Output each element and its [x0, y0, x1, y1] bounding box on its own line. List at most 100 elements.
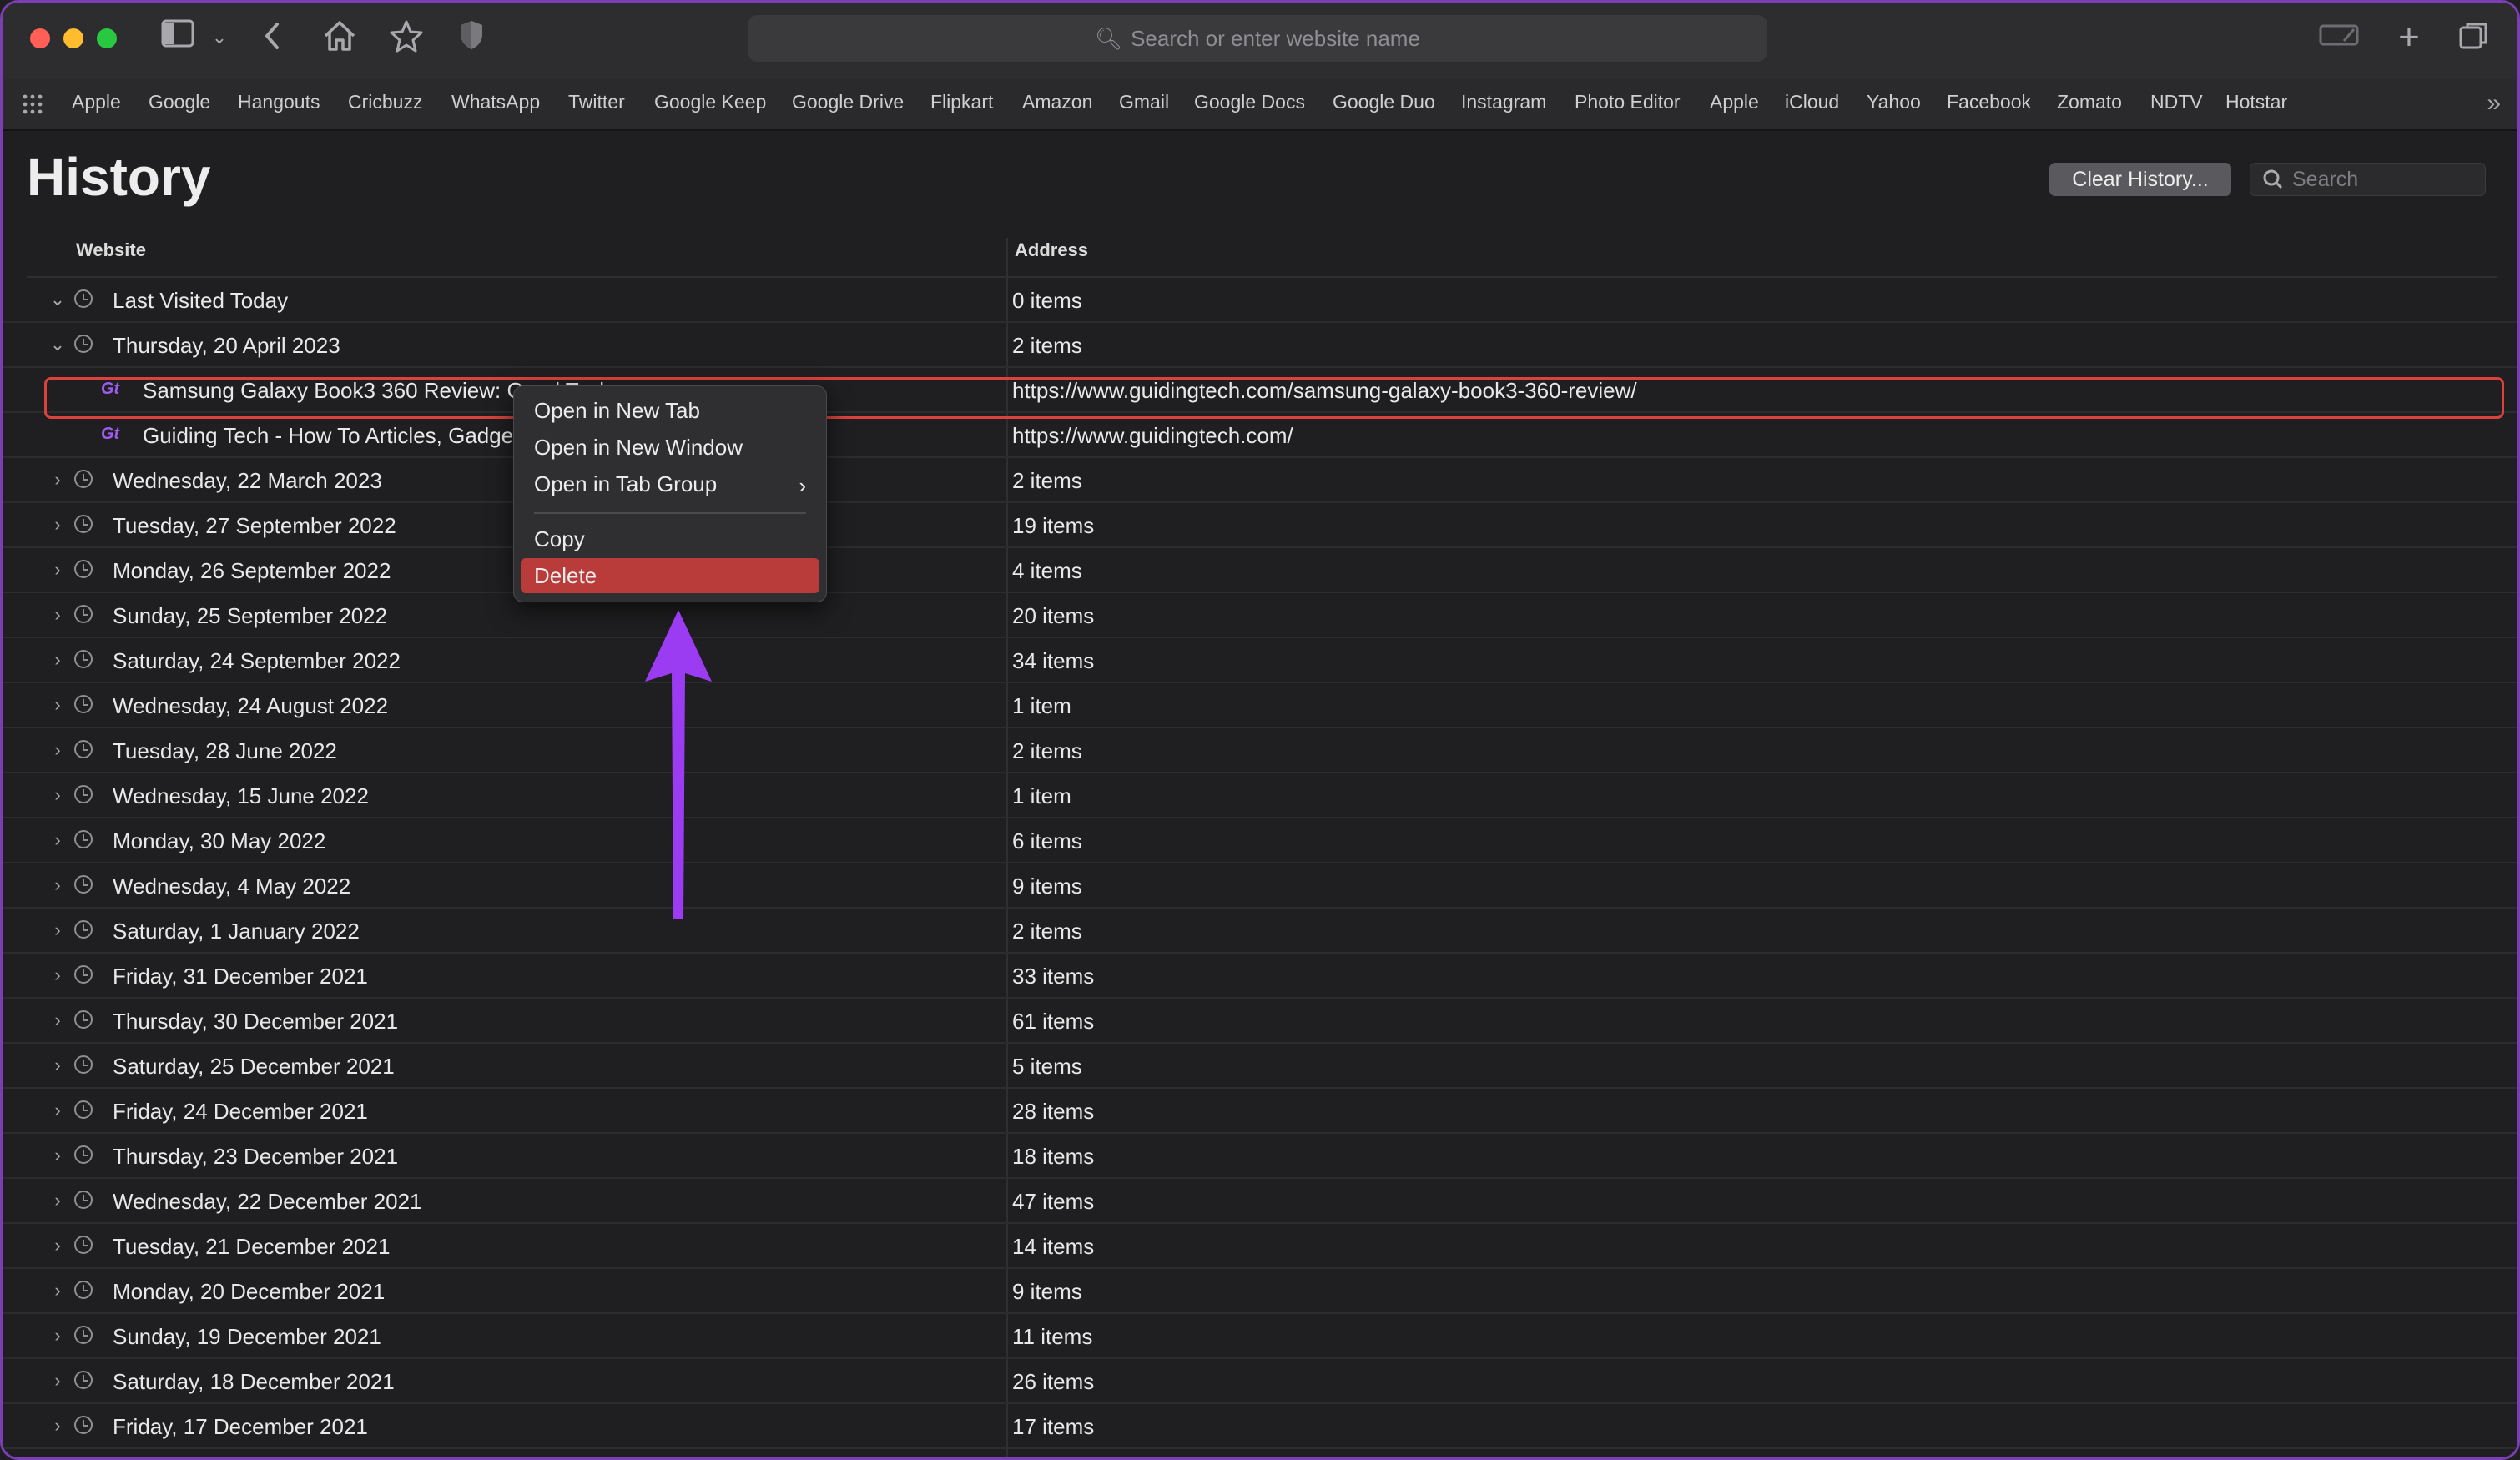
- history-day-row[interactable]: › Wednesday, 22 December 2021 47 items: [3, 1179, 2517, 1224]
- chevron-right-icon[interactable]: ›: [48, 1145, 67, 1166]
- apps-grid-icon[interactable]: [23, 94, 43, 114]
- zoom-window-button[interactable]: [97, 28, 117, 48]
- history-day-row[interactable]: › Saturday, 25 December 2021 5 items: [3, 1044, 2517, 1089]
- chevron-right-icon[interactable]: ›: [48, 1370, 67, 1392]
- chevron-down-icon[interactable]: ⌄: [209, 19, 229, 56]
- row-label: Wednesday, 22 December 2021: [113, 1189, 422, 1214]
- history-entry-row[interactable]: Gt Guiding Tech - How To Articles, Gadge…: [3, 413, 2517, 458]
- chevron-right-icon[interactable]: ›: [48, 919, 67, 941]
- history-day-row[interactable]: ⌄ Thursday, 20 April 2023 2 items: [3, 323, 2517, 368]
- favorite-link[interactable]: Twitter: [568, 91, 625, 113]
- history-day-row[interactable]: › Tuesday, 27 September 2022 19 items: [3, 503, 2517, 548]
- close-window-button[interactable]: [30, 28, 50, 48]
- sidebar-toggle-icon[interactable]: [159, 19, 196, 56]
- star-icon[interactable]: [388, 19, 425, 56]
- favorite-link[interactable]: WhatsApp: [451, 91, 540, 113]
- chevron-right-icon[interactable]: ›: [48, 514, 67, 536]
- history-day-row[interactable]: › Saturday, 24 September 2022 34 items: [3, 638, 2517, 683]
- favorite-link[interactable]: Apple: [72, 91, 121, 113]
- favorite-link[interactable]: NDTV: [2150, 91, 2203, 113]
- chevron-right-icon[interactable]: ›: [48, 604, 67, 626]
- more-favorites-icon[interactable]: »: [2487, 89, 2501, 118]
- favorite-link[interactable]: Google Docs: [1194, 91, 1305, 113]
- chevron-right-icon[interactable]: ›: [48, 1325, 67, 1347]
- history-day-row[interactable]: › Sunday, 25 September 2022 20 items: [3, 593, 2517, 638]
- menu-item-open-in-new-window[interactable]: Open in New Window: [534, 435, 743, 461]
- history-day-row[interactable]: ⌄ Last Visited Today 0 items: [3, 278, 2517, 323]
- favorite-link[interactable]: Google: [149, 91, 210, 113]
- history-day-row[interactable]: › Sunday, 19 December 2021 11 items: [3, 1314, 2517, 1359]
- chevron-down-icon[interactable]: ⌄: [48, 289, 67, 310]
- chevron-right-icon[interactable]: ›: [48, 469, 67, 491]
- favorite-link[interactable]: Hangouts: [238, 91, 320, 113]
- history-day-row[interactable]: › Monday, 30 May 2022 6 items: [3, 818, 2517, 863]
- chevron-right-icon[interactable]: ›: [48, 874, 67, 896]
- history-day-row[interactable]: › Wednesday, 24 August 2022 1 item: [3, 683, 2517, 728]
- history-day-row[interactable]: › Monday, 26 September 2022 4 items: [3, 548, 2517, 593]
- home-icon[interactable]: [321, 19, 358, 56]
- history-day-row[interactable]: › Friday, 31 December 2021 33 items: [3, 954, 2517, 999]
- history-search-input[interactable]: Search: [2250, 163, 2486, 196]
- guidingtech-favicon-icon: Gt: [101, 425, 120, 443]
- favorite-link[interactable]: Google Keep: [654, 91, 766, 113]
- favorite-link[interactable]: Hotstar: [2225, 91, 2287, 113]
- clock-icon: [74, 289, 93, 308]
- favorite-link[interactable]: Zomato: [2057, 91, 2122, 113]
- chevron-right-icon[interactable]: ›: [48, 1100, 67, 1121]
- chevron-right-icon[interactable]: ›: [48, 649, 67, 671]
- favorite-link[interactable]: Gmail: [1119, 91, 1169, 113]
- history-day-row[interactable]: › Thursday, 23 December 2021 18 items: [3, 1134, 2517, 1179]
- favorite-link[interactable]: Apple: [1710, 91, 1759, 113]
- chevron-right-icon[interactable]: ›: [48, 1235, 67, 1256]
- favorite-link[interactable]: Photo Editor: [1575, 91, 1681, 113]
- favorite-link[interactable]: Cricbuzz: [348, 91, 422, 113]
- chevron-right-icon[interactable]: ›: [48, 694, 67, 716]
- chevron-right-icon[interactable]: ›: [48, 1415, 67, 1437]
- clear-history-button[interactable]: Clear History...: [2049, 163, 2231, 196]
- history-day-row[interactable]: › Friday, 17 December 2021 17 items: [3, 1404, 2517, 1449]
- history-day-row[interactable]: › Friday, 24 December 2021 28 items: [3, 1089, 2517, 1134]
- minimize-window-button[interactable]: [63, 28, 83, 48]
- menu-item-delete[interactable]: Delete: [534, 563, 597, 589]
- favorite-link[interactable]: iCloud: [1785, 91, 1839, 113]
- history-day-row[interactable]: › Tuesday, 28 June 2022 2 items: [3, 728, 2517, 773]
- favorite-link[interactable]: Amazon: [1022, 91, 1092, 113]
- chevron-right-icon[interactable]: ›: [48, 559, 67, 581]
- favorite-link[interactable]: Google Drive: [792, 91, 904, 113]
- address-column-header[interactable]: Address: [1015, 239, 1088, 261]
- chevron-right-icon[interactable]: ›: [48, 1055, 67, 1076]
- history-day-row[interactable]: › Tuesday, 21 December 2021 14 items: [3, 1224, 2517, 1269]
- address-bar[interactable]: 🔍︎ Search or enter website name: [748, 15, 1767, 62]
- history-day-row[interactable]: › Saturday, 18 December 2021 26 items: [3, 1359, 2517, 1404]
- shield-icon[interactable]: [456, 19, 486, 56]
- new-tab-icon[interactable]: +: [2394, 19, 2424, 56]
- menu-item-open-in-tab-group[interactable]: Open in Tab Group: [534, 471, 717, 497]
- history-day-row[interactable]: › Wednesday, 15 June 2022 1 item: [3, 773, 2517, 818]
- history-day-row[interactable]: › Thursday, 30 December 2021 61 items: [3, 999, 2517, 1044]
- chevron-right-icon[interactable]: ›: [48, 784, 67, 806]
- favorite-link[interactable]: Google Duo: [1333, 91, 1435, 113]
- chevron-right-icon[interactable]: ›: [48, 1280, 67, 1301]
- chevron-right-icon[interactable]: ›: [48, 829, 67, 851]
- menu-item-open-in-new-tab[interactable]: Open in New Tab: [534, 398, 700, 424]
- chevron-right-icon[interactable]: ›: [48, 1190, 67, 1211]
- chevron-right-icon[interactable]: ›: [48, 1009, 67, 1031]
- favorite-link[interactable]: Instagram: [1461, 91, 1546, 113]
- history-day-row[interactable]: › Monday, 20 December 2021 9 items: [3, 1269, 2517, 1314]
- favorite-link[interactable]: Yahoo: [1867, 91, 1921, 113]
- menu-item-copy[interactable]: Copy: [534, 526, 585, 552]
- history-day-row[interactable]: › Wednesday, 4 May 2022 9 items: [3, 863, 2517, 909]
- website-column-header[interactable]: Website: [76, 239, 146, 261]
- favorite-link[interactable]: Facebook: [1947, 91, 2031, 113]
- browser-window: ⌄ 🔍︎ Search or enter website name + Appl…: [0, 0, 2520, 1460]
- clock-icon: [74, 1100, 93, 1119]
- back-icon[interactable]: [260, 19, 285, 56]
- sidebar-reader-icon[interactable]: [2317, 19, 2361, 56]
- chevron-right-icon[interactable]: ›: [48, 964, 67, 986]
- chevron-down-icon[interactable]: ⌄: [48, 334, 67, 355]
- history-day-row[interactable]: › Wednesday, 22 March 2023 2 items: [3, 458, 2517, 503]
- chevron-right-icon[interactable]: ›: [48, 739, 67, 761]
- tab-overview-icon[interactable]: [2456, 19, 2492, 56]
- history-day-row[interactable]: › Saturday, 1 January 2022 2 items: [3, 909, 2517, 954]
- favorite-link[interactable]: Flipkart: [930, 91, 993, 113]
